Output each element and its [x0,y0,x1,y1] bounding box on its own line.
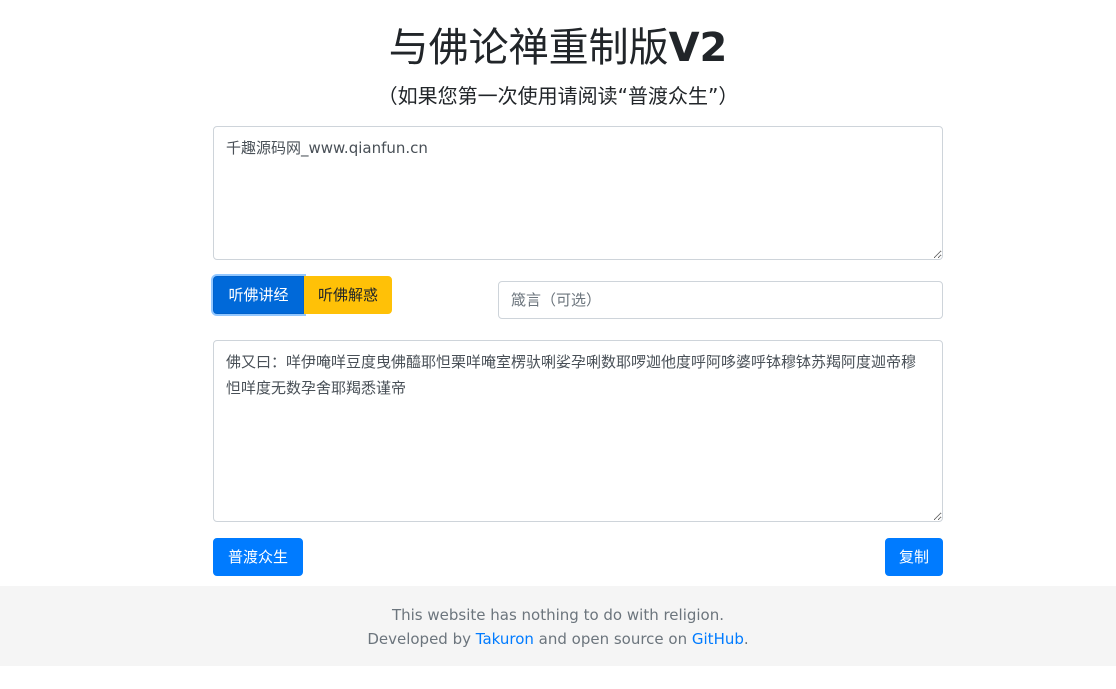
input-textarea[interactable]: 千趣源码网_www.qianfun.cn [213,126,943,260]
encode-button[interactable]: 听佛讲经 [213,276,304,314]
page: 与佛论禅重制版V2 （如果您第一次使用请阅读“普渡众生”） 千趣源码网_www.… [0,0,1116,689]
footer-credits-suffix: . [743,630,749,648]
key-input[interactable] [498,281,943,319]
footer-disclaimer: This website has nothing to do with reli… [391,606,725,624]
copy-button[interactable]: 复制 [885,538,943,576]
footer-credits: Developed by Takuron and open source on … [0,628,1116,650]
page-title: 与佛论禅重制版V2 [0,22,1116,74]
decode-button[interactable]: 听佛解惑 [304,276,392,314]
title-main: 与佛论禅重制版 [388,25,669,71]
github-link[interactable]: GitHub [692,630,744,648]
footer-credits-middle: and open source on [533,630,692,648]
author-link[interactable]: Takuron [476,630,534,648]
page-subtitle: （如果您第一次使用请阅读“普渡众生”） [377,84,739,108]
footer-credits-prefix: Developed by [367,630,476,648]
footer: This website has nothing to do with reli… [0,586,1116,666]
help-button[interactable]: 普渡众生 [213,538,303,576]
title-version: V2 [668,25,728,71]
output-textarea[interactable]: 佛又曰：咩伊唵咩豆度曳佛醯耶怛栗咩唵室楞驮唎娑孕唎数耶啰迦他度呼阿哆婆呼钵穆钵苏… [213,340,943,522]
